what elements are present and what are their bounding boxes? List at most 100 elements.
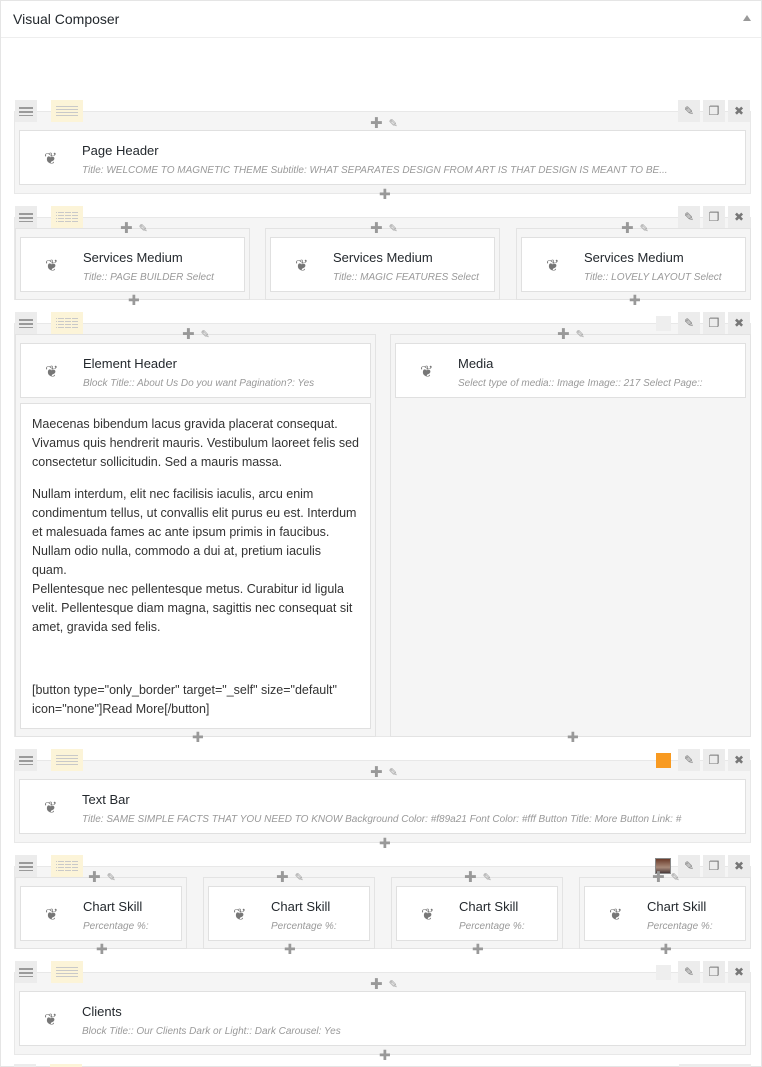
clone-icon[interactable]: ❐ (703, 961, 725, 983)
plus-icon[interactable]: ✚ (464, 870, 477, 885)
element-title: Services Medium (333, 250, 433, 265)
background-swatch[interactable] (656, 315, 671, 331)
plus-icon[interactable]: ✚ (660, 942, 672, 956)
element-chart-skill[interactable]: ❦ Chart Skill Percentage %: (20, 886, 182, 941)
pencil-icon[interactable]: ✎ (295, 871, 304, 884)
pencil-icon[interactable]: ✎ (107, 871, 116, 884)
plus-icon[interactable]: ✚ (379, 836, 391, 850)
pencil-icon[interactable]: ✎ (389, 117, 398, 130)
plus-icon[interactable]: ✚ (370, 221, 383, 236)
element-title: Clients (82, 1004, 122, 1019)
plus-icon[interactable]: ✚ (652, 870, 665, 885)
drag-handle-icon[interactable] (15, 749, 37, 771)
element-title: Services Medium (83, 250, 183, 265)
clone-icon[interactable]: ❐ (703, 312, 725, 334)
row-layout-icon[interactable] (51, 206, 83, 228)
plus-icon[interactable]: ✚ (379, 1048, 391, 1062)
clone-icon[interactable]: ❐ (703, 206, 725, 228)
plus-icon[interactable]: ✚ (379, 187, 391, 201)
plus-icon[interactable]: ✚ (276, 870, 289, 885)
column-left: ✚ ✎ ❦ Element Header Block Title:: About … (15, 327, 376, 744)
triangle-up-icon[interactable] (743, 15, 751, 21)
plus-icon[interactable]: ✚ (472, 942, 484, 956)
close-icon[interactable]: ✖ (728, 100, 750, 122)
vc-element-icon: ❦ (44, 151, 58, 168)
pencil-icon[interactable]: ✎ (678, 961, 700, 983)
column-controls: ✚ ✎ (370, 765, 398, 780)
row-layout-icon[interactable] (51, 100, 83, 122)
close-icon[interactable]: ✖ (728, 312, 750, 334)
text-paragraph: Pellentesque nec pellentesque metus. Cur… (32, 582, 353, 634)
drag-handle-icon[interactable] (15, 206, 37, 228)
text-block[interactable]: Maecenas bibendum lacus gravida placerat… (20, 403, 371, 729)
element-text-bar[interactable]: ❦ Text Bar Title: SAME SIMPLE FACTS THAT… (19, 779, 746, 834)
plus-icon[interactable]: ✚ (192, 730, 204, 744)
element-services-medium[interactable]: ❦ Services Medium Title:: MAGIC FEATURES… (270, 237, 495, 292)
pencil-icon[interactable]: ✎ (678, 312, 700, 334)
clone-icon[interactable]: ❐ (703, 855, 725, 877)
element-chart-skill[interactable]: ❦ Chart Skill Percentage %: (396, 886, 558, 941)
element-header[interactable]: ❦ Element Header Block Title:: About Us … (20, 343, 371, 398)
clone-icon[interactable]: ❐ (703, 749, 725, 771)
panel-header[interactable]: Visual Composer (1, 1, 761, 38)
close-icon[interactable]: ✖ (728, 961, 750, 983)
plus-icon[interactable]: ✚ (567, 730, 579, 744)
pencil-icon[interactable]: ✎ (576, 328, 585, 341)
element-clients[interactable]: ❦ Clients Block Title:: Our Clients Dark… (19, 991, 746, 1046)
pencil-icon[interactable]: ✎ (671, 871, 680, 884)
pencil-icon[interactable]: ✎ (389, 222, 398, 235)
element-chart-skill[interactable]: ❦ Chart Skill Percentage %: (584, 886, 746, 941)
pencil-icon[interactable]: ✎ (678, 749, 700, 771)
pencil-icon[interactable]: ✎ (389, 766, 398, 779)
plus-icon[interactable]: ✚ (88, 870, 101, 885)
vc-element-icon: ❦ (45, 364, 59, 381)
row-layout-icon[interactable] (51, 855, 83, 877)
row-layout-icon[interactable] (51, 312, 83, 334)
plus-icon[interactable]: ✚ (120, 221, 133, 236)
close-icon[interactable]: ✖ (728, 749, 750, 771)
pencil-icon[interactable]: ✎ (640, 222, 649, 235)
column-controls: ✚ ✎ (652, 870, 680, 885)
pencil-icon[interactable]: ✎ (678, 855, 700, 877)
shortcode-text: [button type="only_border" target="_self… (32, 683, 337, 716)
drag-handle-icon[interactable] (15, 100, 37, 122)
row-layout-icon[interactable] (51, 961, 83, 983)
plus-icon[interactable]: ✚ (629, 293, 641, 307)
element-services-medium[interactable]: ❦ Services Medium Title:: PAGE BUILDER S… (20, 237, 245, 292)
plus-icon[interactable]: ✚ (370, 765, 383, 780)
plus-icon[interactable]: ✚ (182, 327, 195, 342)
background-swatch[interactable] (656, 964, 671, 980)
close-icon[interactable]: ✖ (728, 206, 750, 228)
text-paragraph: Nullam interdum, elit nec facilisis iacu… (32, 487, 357, 577)
plus-icon[interactable]: ✚ (370, 977, 383, 992)
element-page-header[interactable]: ❦ Page Header Title: WELCOME TO MAGNETIC… (19, 130, 746, 185)
pencil-icon[interactable]: ✎ (139, 222, 148, 235)
background-swatch[interactable] (656, 752, 671, 768)
pencil-icon[interactable]: ✎ (678, 206, 700, 228)
drag-handle-icon[interactable] (15, 961, 37, 983)
element-services-medium[interactable]: ❦ Services Medium Title:: LOVELY LAYOUT … (521, 237, 746, 292)
element-media[interactable]: ❦ Media Select type of media:: Image Ima… (395, 343, 746, 398)
row-layout-icon[interactable] (51, 749, 83, 771)
column-controls: ✚ ✎ (88, 870, 116, 885)
element-description: Select type of media:: Image Image:: 217… (458, 378, 703, 389)
plus-icon[interactable]: ✚ (284, 942, 296, 956)
element-chart-skill[interactable]: ❦ Chart Skill Percentage %: (208, 886, 370, 941)
plus-icon[interactable]: ✚ (128, 293, 140, 307)
column-controls: ✚ ✎ (276, 870, 304, 885)
pencil-icon[interactable]: ✎ (483, 871, 492, 884)
element-title: Media (458, 356, 494, 371)
drag-handle-icon[interactable] (15, 855, 37, 877)
vc-element-icon: ❦ (44, 800, 58, 817)
plus-icon[interactable]: ✚ (621, 221, 634, 236)
pencil-icon[interactable]: ✎ (201, 328, 210, 341)
plus-icon[interactable]: ✚ (557, 327, 570, 342)
close-icon[interactable]: ✖ (728, 855, 750, 877)
plus-icon[interactable]: ✚ (370, 116, 383, 131)
plus-icon[interactable]: ✚ (96, 942, 108, 956)
pencil-icon[interactable]: ✎ (389, 978, 398, 991)
element-title: Element Header (83, 356, 177, 371)
clone-icon[interactable]: ❐ (703, 100, 725, 122)
pencil-icon[interactable]: ✎ (678, 100, 700, 122)
drag-handle-icon[interactable] (15, 312, 37, 334)
